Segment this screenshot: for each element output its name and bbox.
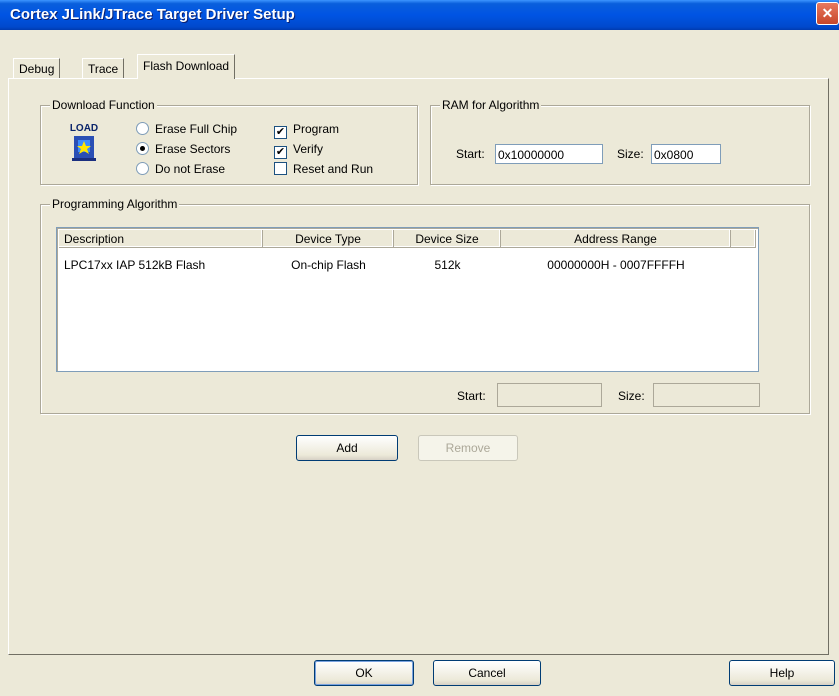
close-button[interactable]: ✕ <box>816 2 839 25</box>
ram-size-field[interactable]: 0x0800 <box>651 144 721 164</box>
remove-button[interactable]: Remove <box>418 435 518 461</box>
radio-do-not-erase[interactable]: Do not Erase <box>136 162 225 176</box>
cell-device-size: 512k <box>434 258 461 272</box>
column-header-device-type[interactable]: Device Type <box>263 230 394 248</box>
column-header-device-size[interactable]: Device Size <box>394 230 501 248</box>
radio-indicator <box>136 162 149 175</box>
radio-label: Do not Erase <box>155 162 226 176</box>
programming-algorithm-label: Programming Algorithm <box>50 197 180 211</box>
radio-label: Erase Full Chip <box>155 122 238 136</box>
ok-button[interactable]: OK <box>314 660 414 686</box>
checkbox-verify[interactable]: ✔ Verify <box>274 142 323 159</box>
close-icon: ✕ <box>821 5 834 21</box>
radio-erase-sectors[interactable]: Erase Sectors <box>136 142 230 156</box>
checkbox-program[interactable]: ✔ Program <box>274 122 339 139</box>
help-button[interactable]: Help <box>729 660 835 686</box>
radio-indicator <box>136 122 149 135</box>
window-title: Cortex JLink/JTrace Target Driver Setup <box>10 6 295 23</box>
tab-flash-download[interactable]: Flash Download <box>137 54 236 79</box>
svg-text:LOAD: LOAD <box>70 123 98 134</box>
radio-indicator <box>136 142 149 155</box>
column-header-address-range[interactable]: Address Range <box>501 230 731 248</box>
checkmark-icon: ✔ <box>274 126 287 139</box>
ram-size-label: Size: <box>617 147 644 161</box>
column-header-filler <box>731 230 756 248</box>
checkbox-label: Verify <box>293 142 324 156</box>
algo-size-field[interactable] <box>653 383 760 407</box>
cell-device-type: On-chip Flash <box>291 258 366 272</box>
checkbox-label: Reset and Run <box>293 162 374 176</box>
cell-description: LPC17xx IAP 512kB Flash <box>64 258 206 272</box>
checkbox-box <box>274 162 287 175</box>
title-bar: Cortex JLink/JTrace Target Driver Setup … <box>0 0 839 30</box>
add-button[interactable]: Add <box>296 435 398 461</box>
radio-erase-full-chip[interactable]: Erase Full Chip <box>136 122 237 136</box>
checkmark-icon: ✔ <box>274 146 287 159</box>
tab-trace[interactable]: Trace <box>82 58 125 79</box>
algorithm-list[interactable]: Description Device Type Device Size Addr… <box>56 227 759 372</box>
algo-start-field[interactable] <box>497 383 602 407</box>
tab-debug[interactable]: Debug <box>13 58 61 79</box>
ram-for-algorithm-label: RAM for Algorithm <box>440 98 542 112</box>
radio-label: Erase Sectors <box>155 142 231 156</box>
checkbox-label: Program <box>293 122 340 136</box>
download-function-label: Download Function <box>50 98 157 112</box>
ram-for-algorithm-group: RAM for Algorithm <box>430 98 810 185</box>
ram-start-label: Start: <box>456 147 485 161</box>
checkbox-reset-and-run[interactable]: Reset and Run <box>274 162 373 176</box>
cancel-button[interactable]: Cancel <box>433 660 541 686</box>
column-header-description[interactable]: Description <box>59 230 263 248</box>
ram-start-field[interactable]: 0x10000000 <box>495 144 603 164</box>
algo-start-label: Start: <box>457 389 486 403</box>
cell-address-range: 00000000H - 0007FFFFH <box>547 258 685 272</box>
algo-size-label: Size: <box>618 389 645 403</box>
load-icon: LOAD <box>68 120 100 164</box>
